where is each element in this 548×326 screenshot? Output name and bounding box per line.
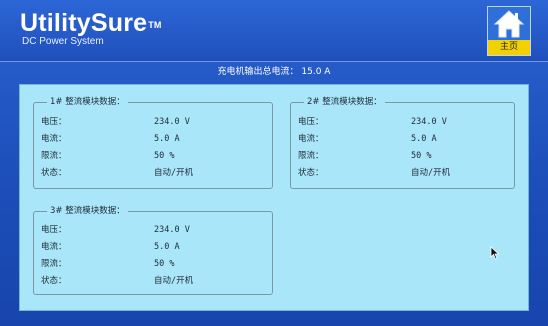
limit-label: 限流：: [41, 259, 67, 269]
limit-label: 限流：: [41, 151, 67, 161]
module-3-limit: 50 %: [154, 259, 175, 269]
module-1-current: 5.0 A: [154, 134, 180, 144]
voltage-label: 电压：: [41, 225, 67, 235]
module-2-status: 自动/开机: [411, 168, 451, 178]
status-label: 状态：: [298, 168, 324, 178]
brand-name: UtilitySureTM: [20, 9, 162, 37]
module-3-voltage: 234.0 V: [154, 225, 190, 235]
module-2-title: 2# 整流模块数据：: [304, 96, 385, 108]
module-3-title: 3# 整流模块数据：: [47, 205, 128, 217]
module-1-status: 自动/开机: [154, 168, 194, 178]
voltage-label: 电压：: [298, 117, 324, 127]
module-1-voltage: 234.0 V: [154, 117, 190, 127]
status-label: 状态：: [41, 276, 67, 286]
module-2-limit: 50 %: [411, 151, 432, 161]
app-screen: UtilitySureTM DC Power System 主页 充电机输出总电…: [0, 0, 548, 326]
module-2-current: 5.0 A: [411, 134, 437, 144]
home-label: 主页: [488, 40, 530, 55]
module-1-title: 1# 整流模块数据：: [47, 96, 128, 108]
module-2-box: 2# 整流模块数据： 电压： 234.0 V 电流： 5.0 A 限流： 50 …: [290, 96, 515, 189]
header-bar: UtilitySureTM DC Power System 主页: [0, 0, 548, 62]
home-icon: [488, 7, 530, 41]
voltage-label: 电压：: [41, 117, 67, 127]
current-label: 电流：: [298, 134, 324, 144]
module-3-box: 3# 整流模块数据： 电压： 234.0 V 电流： 5.0 A 限流： 50 …: [33, 205, 273, 295]
total-current-summary: 充电机输出总电流： 15.0 A: [217, 67, 331, 77]
module-1-limit: 50 %: [154, 151, 175, 161]
module-3-status: 自动/开机: [154, 276, 194, 286]
limit-label: 限流：: [298, 151, 324, 161]
module-2-voltage: 234.0 V: [411, 117, 447, 127]
current-label: 电流：: [41, 134, 67, 144]
module-1-box: 1# 整流模块数据： 电压： 234.0 V 电流： 5.0 A 限流： 50 …: [33, 96, 273, 189]
current-label: 电流：: [41, 242, 67, 252]
trademark: TM: [148, 20, 162, 30]
modules-panel: 1# 整流模块数据： 电压： 234.0 V 电流： 5.0 A 限流： 50 …: [19, 84, 529, 311]
brand-logo: UtilitySureTM DC Power System: [20, 10, 161, 48]
brand-subtitle: DC Power System: [22, 36, 104, 47]
mouse-pointer-icon: [490, 245, 500, 264]
home-button[interactable]: 主页: [487, 6, 531, 56]
module-3-current: 5.0 A: [154, 242, 180, 252]
status-label: 状态：: [41, 168, 67, 178]
